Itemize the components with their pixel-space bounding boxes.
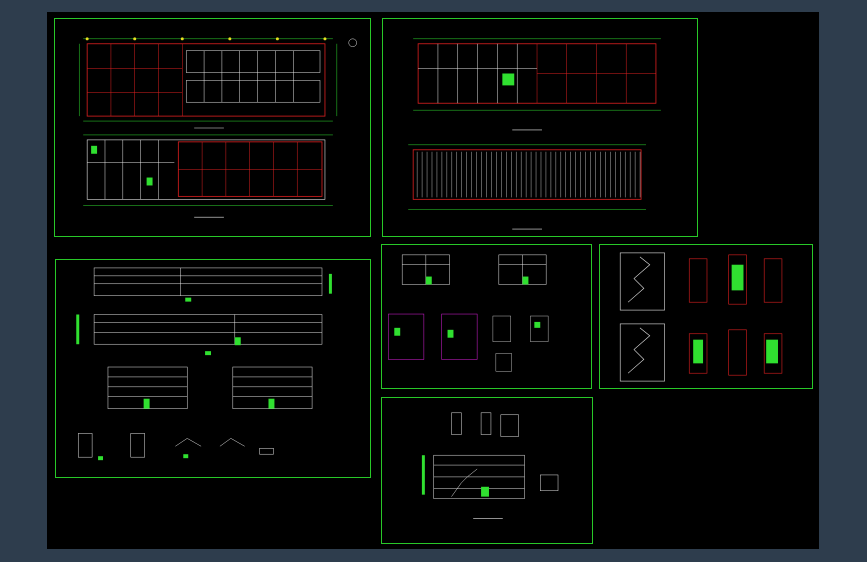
elevations-drawing <box>76 267 332 461</box>
sheet-section[interactable] <box>381 397 593 544</box>
section-drawing <box>421 412 559 519</box>
lower-floor-plan <box>83 134 333 218</box>
sheet-floor-plans-left[interactable] <box>54 18 371 237</box>
front-elevation-1 <box>93 267 323 296</box>
drawing-canvas[interactable] <box>47 12 819 549</box>
stairs-drawing <box>619 252 783 382</box>
roof-plan <box>408 144 647 230</box>
sheet-floor-plans-right[interactable] <box>382 18 698 237</box>
sheet-stairs[interactable] <box>599 244 813 389</box>
ground-floor-plan <box>413 38 661 131</box>
floor-plans-left-drawing <box>78 37 357 218</box>
details-drawing <box>388 254 549 372</box>
sheet-details[interactable] <box>381 244 592 389</box>
sheet-elevations[interactable] <box>55 259 371 478</box>
wall-details <box>77 433 274 458</box>
front-elevation-2 <box>93 314 323 345</box>
floor-plans-right-drawing <box>408 38 661 230</box>
upper-floor-plan <box>78 37 357 129</box>
